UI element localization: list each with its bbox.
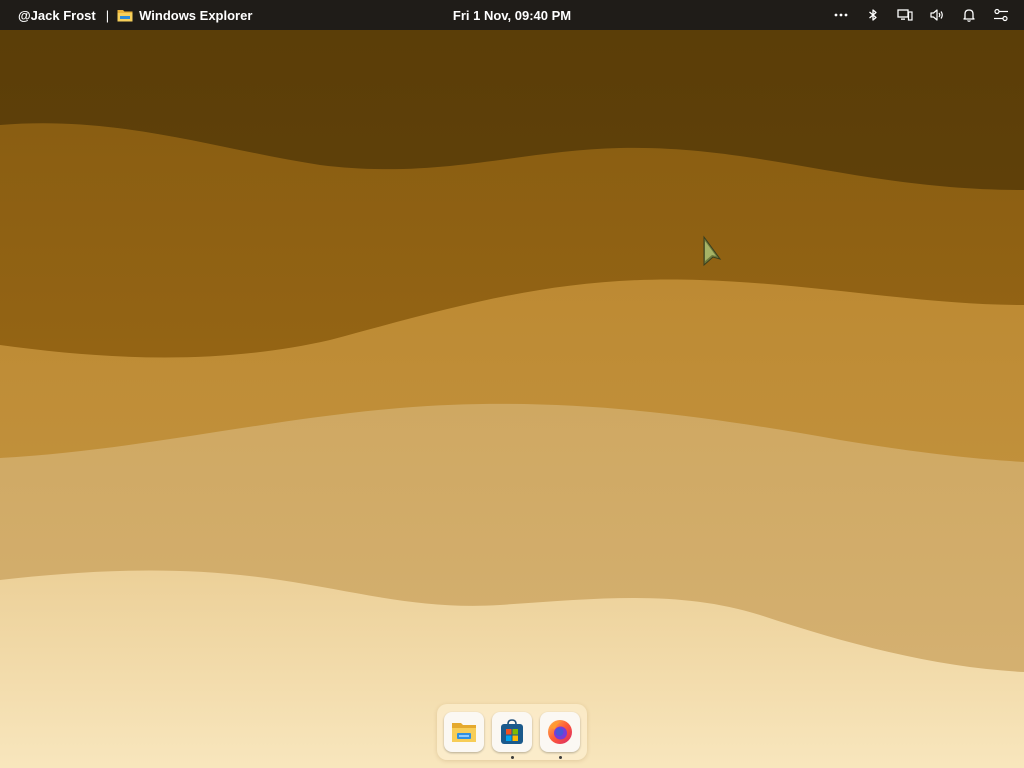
dock-item-firefox[interactable] xyxy=(540,712,580,759)
folder-icon xyxy=(452,723,476,742)
store-icon xyxy=(501,719,523,744)
settings-toggles-icon[interactable] xyxy=(992,6,1010,24)
mouse-cursor-icon xyxy=(703,235,722,267)
notifications-bell-icon[interactable] xyxy=(960,6,978,24)
running-indicator xyxy=(558,756,562,759)
separator: | xyxy=(105,7,110,23)
user-name[interactable]: @Jack Frost xyxy=(18,8,96,23)
top-bar-left: @Jack Frost | Windows Explorer xyxy=(18,0,252,30)
firefox-icon xyxy=(548,720,572,744)
more-options-icon[interactable] xyxy=(832,6,850,24)
running-indicator xyxy=(510,756,514,759)
dock xyxy=(437,704,587,760)
top-bar: @Jack Frost | Windows Explorer Fri 1 Nov… xyxy=(0,0,1024,30)
desktop-wallpaper xyxy=(0,0,1024,768)
dock-item-file-explorer[interactable] xyxy=(444,712,484,752)
dock-item-microsoft-store[interactable] xyxy=(492,712,532,759)
system-tray xyxy=(832,0,1010,30)
bluetooth-icon[interactable] xyxy=(864,6,882,24)
display-icon[interactable] xyxy=(896,6,914,24)
clock[interactable]: Fri 1 Nov, 09:40 PM xyxy=(453,8,571,23)
desktop[interactable]: @Jack Frost | Windows Explorer Fri 1 Nov… xyxy=(0,0,1024,768)
folder-icon xyxy=(117,8,133,22)
volume-icon[interactable] xyxy=(928,6,946,24)
active-app-title[interactable]: Windows Explorer xyxy=(139,8,252,23)
